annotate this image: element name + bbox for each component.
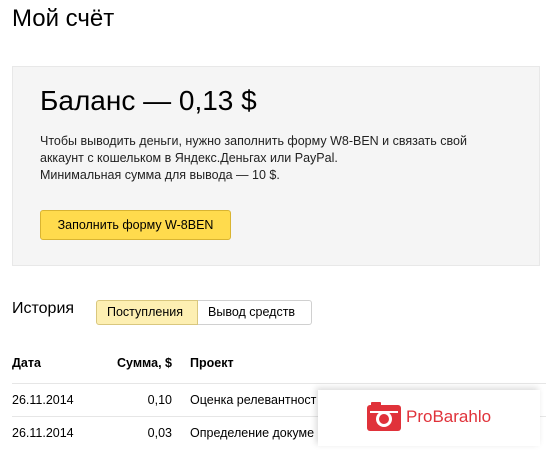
balance-description-line: Минимальная сумма для вывода — 10 $. [40, 168, 280, 182]
history-heading: История [12, 300, 75, 317]
row-amount: 0,03 [147, 426, 172, 440]
column-header-date: Дата [12, 356, 41, 370]
watermark-overlay: ProBarahlo [318, 390, 540, 446]
row-date: 26.11.2014 [12, 426, 74, 440]
row-date: 26.11.2014 [12, 393, 74, 407]
balance-card: Баланс — 0,13 $ Чтобы выводить деньги, н… [12, 66, 540, 266]
table-header: Дата Сумма, $ Проект [12, 347, 546, 380]
tab-withdrawals[interactable]: Вывод средств [198, 300, 312, 325]
column-header-project: Проект [190, 356, 234, 370]
tab-income[interactable]: Поступления [96, 300, 198, 325]
fill-w8ben-button[interactable]: Заполнить форму W-8BEN [40, 210, 231, 240]
watermark-text: ProBarahlo [406, 407, 492, 426]
page-title: Мой счёт [12, 5, 115, 32]
column-header-amount: Сумма, $ [117, 356, 172, 370]
history-tabs: Поступления Вывод средств [96, 300, 312, 325]
camera-icon [367, 402, 401, 431]
balance-title: Баланс — 0,13 $ [40, 85, 257, 116]
balance-description-line: Чтобы выводить деньги, нужно заполнить ф… [40, 134, 467, 148]
balance-description: Чтобы выводить деньги, нужно заполнить ф… [40, 133, 530, 184]
row-amount: 0,10 [147, 393, 172, 407]
balance-description-line: аккаунт с кошельком в Яндекс.Деньгах или… [40, 151, 338, 165]
